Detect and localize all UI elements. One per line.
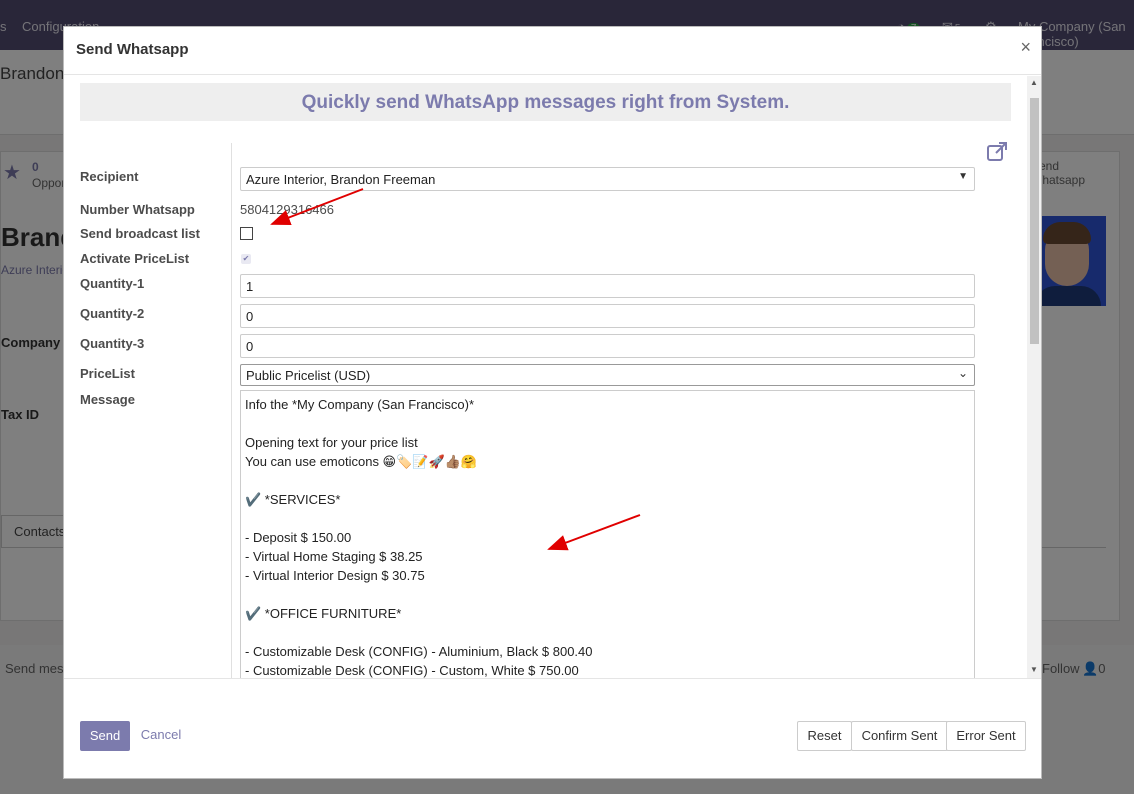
annotation-arrow-message: [547, 514, 641, 551]
annotation-arrow-checkbox: [270, 188, 364, 226]
annotation-arrows: [270, 188, 641, 551]
